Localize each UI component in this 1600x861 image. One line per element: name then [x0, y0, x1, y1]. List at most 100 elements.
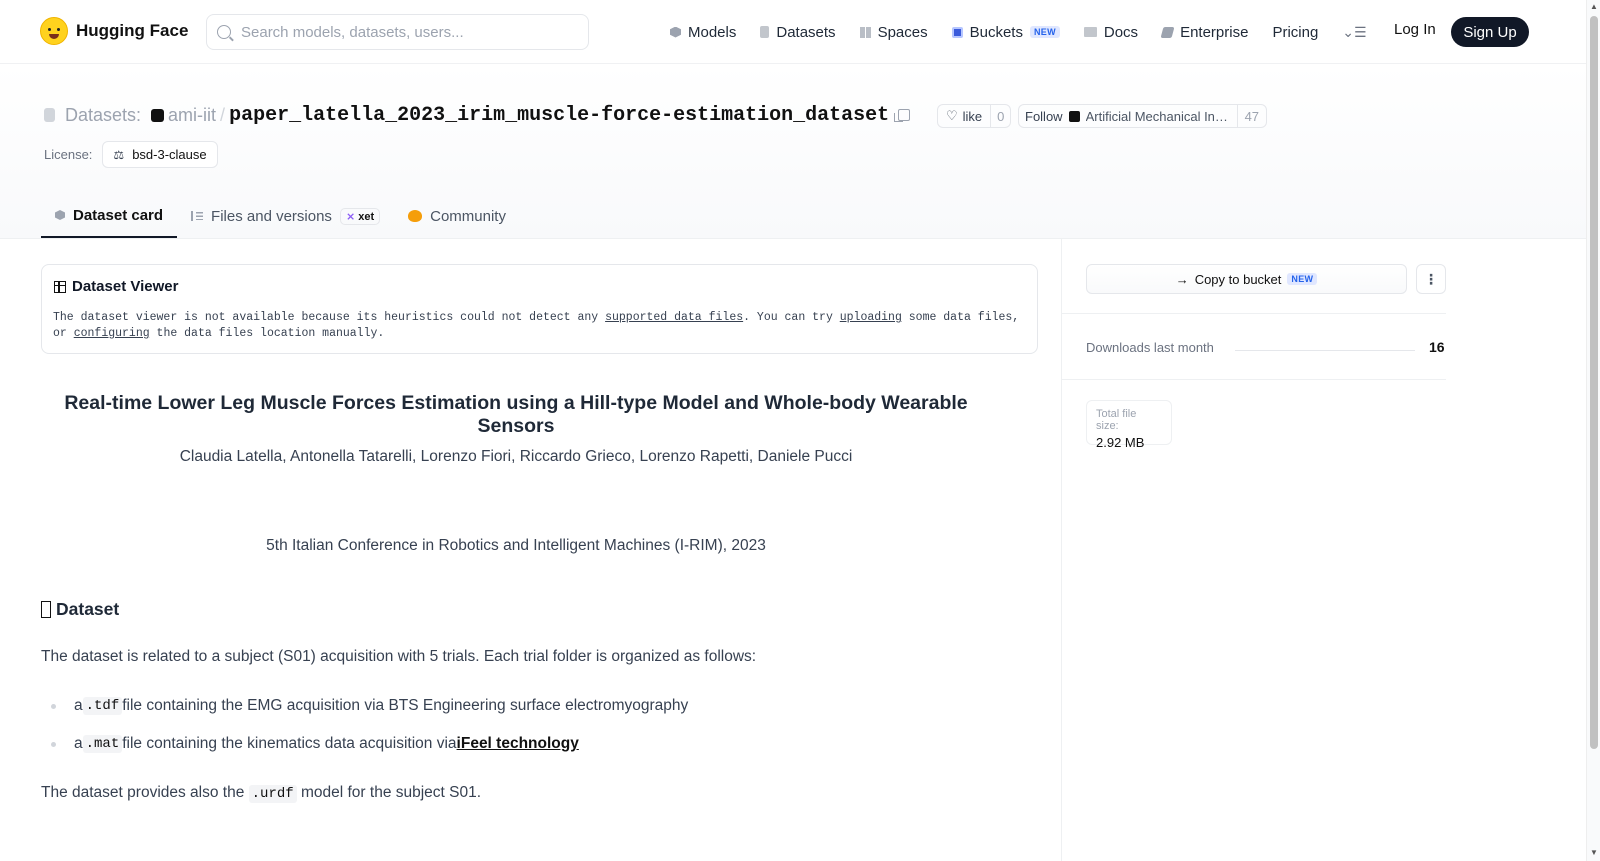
downloads-sparkline: [1235, 350, 1415, 351]
org-avatar-icon: [1068, 110, 1080, 122]
paper-venue: 5th Italian Conference in Robotics and I…: [266, 537, 766, 554]
like-label: like: [962, 108, 983, 124]
xet-badge: ⨯ xet: [339, 207, 381, 225]
search-box[interactable]: [206, 14, 589, 50]
viewer-text-4: the data files location manually.: [149, 327, 385, 340]
nav-docs[interactable]: Docs: [1083, 23, 1139, 41]
dataset-icon: [44, 108, 55, 122]
scale-icon: ⚖: [113, 147, 125, 162]
org-avatar-icon: [151, 108, 165, 122]
search-input[interactable]: [241, 23, 561, 41]
xet-icon: ⨯: [345, 210, 356, 223]
like-button[interactable]: ♡ like 0: [937, 104, 1012, 128]
follow-main[interactable]: Follow Artificial Mechanical Intelligence: [1019, 105, 1238, 127]
license-chip[interactable]: ⚖ bsd-3-clause: [102, 141, 218, 168]
path-separator: /: [220, 104, 226, 125]
file-size-box: Total file size: 2.92 MB: [1086, 400, 1172, 450]
ifeel-technology-link[interactable]: iFeel technology: [457, 735, 579, 753]
license-label: License:: [44, 147, 93, 162]
repo-title: Datasets: ami-iit / paper_latella_2023_i…: [44, 102, 911, 128]
viewer-title: Dataset Viewer: [54, 278, 178, 295]
follower-count: 47: [1244, 108, 1260, 124]
nav-buckets[interactable]: Buckets NEW: [951, 23, 1060, 41]
dataset-heading: Dataset: [41, 599, 119, 620]
uploading-link[interactable]: uploading: [840, 311, 902, 324]
dataset-heading-text: Dataset: [56, 599, 120, 619]
community-icon: [408, 210, 423, 222]
list-item: a .tdf file containing the EMG acquisiti…: [51, 697, 688, 715]
missing-glyph-icon: [41, 601, 51, 618]
tab-dataset-card[interactable]: Dataset card: [41, 194, 178, 238]
more-menu-icon[interactable]: ⌄☰: [1342, 24, 1366, 41]
copy-icon[interactable]: [894, 109, 911, 122]
paper-title: Real-time Lower Leg Muscle Forces Estima…: [64, 392, 968, 437]
xet-label: xet: [358, 210, 375, 223]
login-link[interactable]: Log In: [1394, 21, 1436, 38]
page-scrollbar[interactable]: ▲ ▼: [1586, 0, 1600, 861]
top-navbar: Hugging Face Models Datasets Spaces Buck…: [0, 0, 1586, 64]
new-badge: NEW: [1287, 273, 1318, 285]
intro-paragraph: The dataset is related to a subject (S01…: [41, 648, 757, 665]
nav-pricing[interactable]: Pricing: [1272, 24, 1318, 41]
viewer-message: The dataset viewer is not available beca…: [53, 310, 1023, 342]
nav-enterprise-label: Enterprise: [1180, 23, 1249, 41]
bullet-dot: [51, 703, 56, 709]
nav-datasets[interactable]: Datasets: [760, 23, 836, 41]
more-options-icon[interactable]: ⋮: [1416, 264, 1446, 294]
nav-docs-label: Docs: [1103, 23, 1139, 41]
new-badge: NEW: [1029, 26, 1060, 38]
file-size-label: Total file size:: [1096, 408, 1137, 432]
search-icon: [217, 25, 231, 39]
bullet-dot: [51, 741, 56, 747]
outro-paragraph: The dataset provides also the .urdf mode…: [41, 784, 482, 803]
downloads-label: Downloads last month: [1086, 340, 1214, 355]
outro-post: model for the subject S01.: [296, 784, 482, 801]
follow-button[interactable]: Follow Artificial Mechanical Intelligence…: [1018, 104, 1268, 128]
enterprise-icon: [1160, 26, 1175, 38]
signup-button[interactable]: Sign Up: [1451, 17, 1529, 47]
section-label[interactable]: Datasets:: [65, 105, 141, 126]
scrollbar-thumb[interactable]: [1590, 16, 1598, 749]
tab-dataset-card-label: Dataset card: [73, 206, 164, 224]
configuring-link[interactable]: configuring: [74, 327, 150, 340]
tab-community[interactable]: Community: [394, 194, 520, 238]
file-size-value: 2.92 MB: [1096, 435, 1145, 450]
viewer-text-2: . You can try: [743, 311, 840, 324]
tab-files-label: Files and versions: [211, 207, 332, 225]
outro-pre: The dataset provides also the: [41, 784, 249, 801]
nav-models[interactable]: Models: [670, 24, 736, 41]
dataset-viewer-panel: Dataset Viewer The dataset viewer is not…: [41, 264, 1038, 354]
nav-datasets-label: Datasets: [776, 23, 836, 41]
repo-tabs: Dataset card Files and versions ⨯ xet Com…: [41, 194, 520, 239]
table-icon: [54, 280, 66, 293]
buckets-icon: [951, 26, 963, 38]
nav-spaces[interactable]: Spaces: [859, 24, 928, 41]
scroll-down-arrow-icon[interactable]: ▼: [1590, 848, 1598, 857]
follow-org-name: Artificial Mechanical Intelligence: [1085, 108, 1231, 124]
sidebar-divider: [1062, 313, 1446, 314]
nav-buckets-label: Buckets: [969, 23, 1023, 41]
paper-authors: Claudia Latella, Antonella Tatarelli, Lo…: [179, 448, 853, 465]
copy-to-bucket-button[interactable]: → Copy to bucket NEW: [1086, 264, 1407, 294]
inline-code: .tdf: [82, 697, 123, 715]
repo-name[interactable]: paper_latella_2023_irim_muscle-force-est…: [229, 104, 889, 127]
brand-logo[interactable]: Hugging Face: [40, 17, 188, 45]
bullet-text: file containing the kinematics data acqu…: [122, 735, 457, 752]
scroll-up-arrow-icon[interactable]: ▲: [1590, 2, 1598, 11]
follow-label: Follow: [1025, 108, 1063, 124]
docs-icon: [1083, 27, 1097, 37]
like-count: 0: [997, 108, 1005, 124]
brand-name: Hugging Face: [76, 21, 189, 40]
tab-community-label: Community: [430, 207, 506, 225]
downloads-value: 16: [1429, 339, 1445, 355]
org-link[interactable]: ami-iit: [168, 105, 216, 126]
sidebar-divider: [1062, 379, 1446, 380]
arrow-right-icon: →: [1175, 271, 1189, 287]
copy-to-bucket-label: Copy to bucket: [1194, 271, 1282, 287]
spaces-icon: [859, 26, 871, 38]
nav-enterprise[interactable]: Enterprise: [1160, 23, 1249, 41]
supported-data-files-link[interactable]: supported data files: [605, 311, 743, 324]
viewer-title-text: Dataset Viewer: [72, 278, 179, 295]
tab-files-and-versions[interactable]: Files and versions ⨯ xet: [177, 194, 394, 238]
like-main[interactable]: ♡ like: [938, 105, 992, 127]
